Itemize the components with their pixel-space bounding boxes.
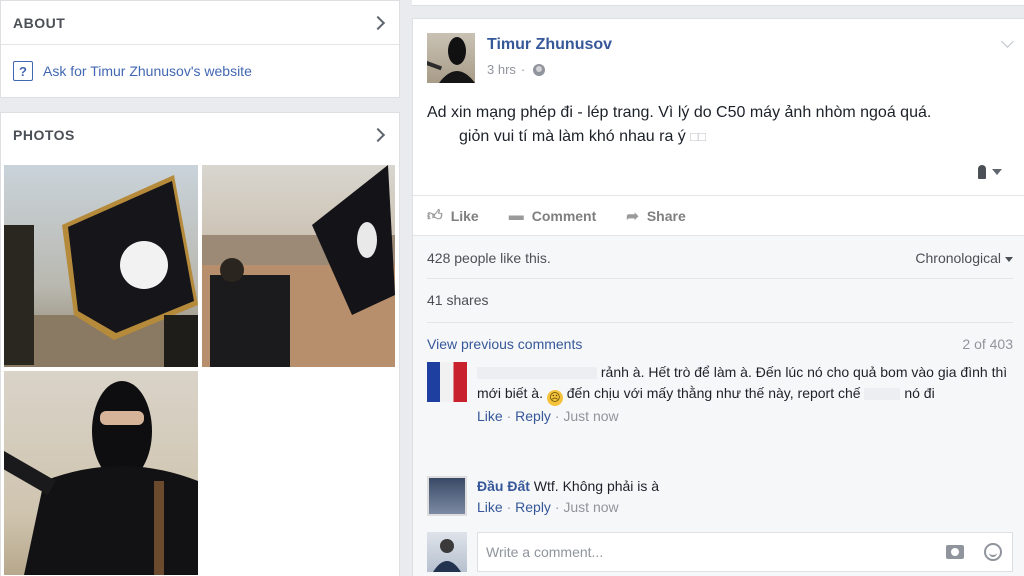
post-header: Timur Zhunusov 3 hrs · [427, 33, 612, 83]
comment-item: rảnh à. Hết trò để làm à. Đến lúc nó cho… [427, 362, 1013, 424]
composer-icons [946, 543, 1002, 561]
share-label: Share [646, 207, 686, 224]
photos-header[interactable]: PHOTOS [1, 113, 399, 157]
like-button[interactable]: 👍︎ Like [427, 207, 479, 225]
website-request-label[interactable]: Ask for Timur Zhunusov's website [43, 63, 252, 79]
comment-like-link[interactable]: Like [477, 499, 503, 515]
meta-separator: · [520, 62, 526, 77]
comment-pagination-count: 2 of 403 [962, 336, 1013, 352]
photo-1-image [4, 175, 198, 367]
comment-reply-link[interactable]: Reply [515, 499, 551, 515]
photos-title: PHOTOS [13, 127, 75, 143]
commenter-avatar[interactable] [427, 476, 467, 516]
post-options-chevron-icon[interactable] [1001, 35, 1014, 48]
about-title: ABOUT [13, 14, 66, 31]
post-text-line-2-content: giỏn vui tí mà làm khó nhau ra ý [459, 128, 686, 145]
globe-icon [533, 63, 546, 76]
person-icon [978, 165, 986, 179]
feedback-section: 428 people like this. Chronological 41 s… [413, 235, 1024, 576]
comment-time[interactable]: Just now [563, 499, 618, 515]
frown-emoji-icon: ☹ [546, 390, 563, 406]
share-button[interactable]: ➦ Share [626, 207, 686, 225]
divider [427, 322, 1013, 323]
post-meta: 3 hrs · [487, 62, 612, 77]
comment-label: Comment [531, 207, 597, 224]
smiley-icon[interactable] [984, 543, 1002, 561]
post-actions: 👍︎ Like ▬ Comment ➦ Share [413, 195, 1024, 235]
emoji-placeholder: □□ [690, 129, 706, 144]
previous-comments-row: View previous comments 2 of 403 [427, 336, 1013, 352]
likes-count[interactable]: 428 people like this. [427, 250, 551, 266]
comment-input-placeholder: Write a comment... [486, 544, 604, 560]
photo-2-image [202, 165, 395, 367]
comment-text-part-3: nó đi [904, 385, 935, 401]
photos-panel: PHOTOS [0, 112, 400, 576]
post-body: Ad xin mạng phép đi - lép trang. Vì lý d… [427, 101, 1017, 149]
question-icon: ? [13, 61, 33, 81]
speech-bubble-icon: ▬ [508, 207, 524, 224]
caret-down-icon [1005, 256, 1013, 262]
sort-label: Chronological [915, 250, 1001, 266]
left-column: ABOUT ? Ask for Timur Zhunusov's website… [0, 0, 400, 576]
photo-thumbnail-2[interactable] [202, 165, 395, 367]
audience-selector[interactable] [978, 165, 1002, 179]
post-author-name[interactable]: Timur Zhunusov [487, 36, 612, 54]
comment-button[interactable]: ▬ Comment [509, 207, 597, 224]
camera-icon[interactable] [946, 545, 964, 559]
previous-post-edge [412, 0, 1024, 6]
comment-content: rảnh à. Hết trò để làm à. Đến lúc nó cho… [477, 362, 1013, 424]
photo-thumbnail-1[interactable] [4, 165, 198, 367]
post-timestamp[interactable]: 3 hrs [487, 62, 516, 77]
chevron-right-icon[interactable] [370, 15, 386, 30]
commenter-avatar[interactable] [427, 362, 467, 402]
likes-row: 428 people like this. Chronological [427, 250, 1013, 266]
comment-actions: Like · Reply · Just now [477, 408, 619, 424]
redacted-name [477, 367, 597, 380]
about-panel: ABOUT ? Ask for Timur Zhunusov's website [0, 0, 400, 98]
current-user-avatar-image [433, 539, 461, 572]
website-request-link[interactable]: ? Ask for Timur Zhunusov's website [1, 45, 399, 97]
photo-thumbnail-3[interactable] [4, 371, 198, 575]
photo-3-image [4, 381, 198, 575]
redacted-word [864, 388, 901, 401]
author-avatar[interactable] [427, 33, 475, 83]
share-arrow-icon: ➦ [626, 207, 639, 225]
author-avatar-image [427, 37, 475, 83]
sort-dropdown[interactable]: Chronological [915, 250, 1013, 266]
shares-row[interactable]: 41 shares [427, 292, 1013, 308]
comment-content: Đầu Đất Wtf. Không phải is à Like · Repl… [477, 476, 659, 516]
thumbs-up-icon: 👍︎ [427, 206, 443, 224]
post-header-text: Timur Zhunusov 3 hrs · [487, 33, 612, 83]
about-header[interactable]: ABOUT [1, 1, 399, 45]
commenter-name[interactable]: Đầu Đất [477, 478, 530, 494]
caret-down-icon [992, 169, 1002, 175]
view-previous-comments-link[interactable]: View previous comments [427, 336, 582, 352]
current-user-avatar[interactable] [427, 532, 467, 572]
comment-time[interactable]: Just now [563, 408, 618, 424]
comment-text: rảnh à. Hết trò để làm à. Đến lúc nó cho… [477, 362, 1013, 406]
post-text-line-2: giỏn vui tí mà làm khó nhau ra ý □□ [427, 125, 1017, 149]
comment-composer: Write a comment... [427, 532, 1013, 572]
comment-text: Đầu Đất Wtf. Không phải is à [477, 476, 659, 497]
post-card: Timur Zhunusov 3 hrs · Ad xin mạng phép … [412, 18, 1024, 576]
comment-item: Đầu Đất Wtf. Không phải is à Like · Repl… [427, 476, 1013, 516]
comment-text-part-2: đến chịu với mấy thằng như thế này, repo… [566, 385, 861, 401]
comment-reply-link[interactable]: Reply [515, 408, 551, 424]
like-label: Like [450, 207, 479, 224]
comment-input[interactable]: Write a comment... [477, 532, 1013, 572]
chevron-right-icon[interactable] [370, 127, 386, 143]
divider [427, 278, 1013, 279]
comment-text-body: Wtf. Không phải is à [533, 478, 660, 494]
comment-actions: Like · Reply · Just now [477, 499, 619, 515]
post-text-line-1: Ad xin mạng phép đi - lép trang. Vì lý d… [427, 104, 932, 121]
comment-like-link[interactable]: Like [477, 408, 503, 424]
